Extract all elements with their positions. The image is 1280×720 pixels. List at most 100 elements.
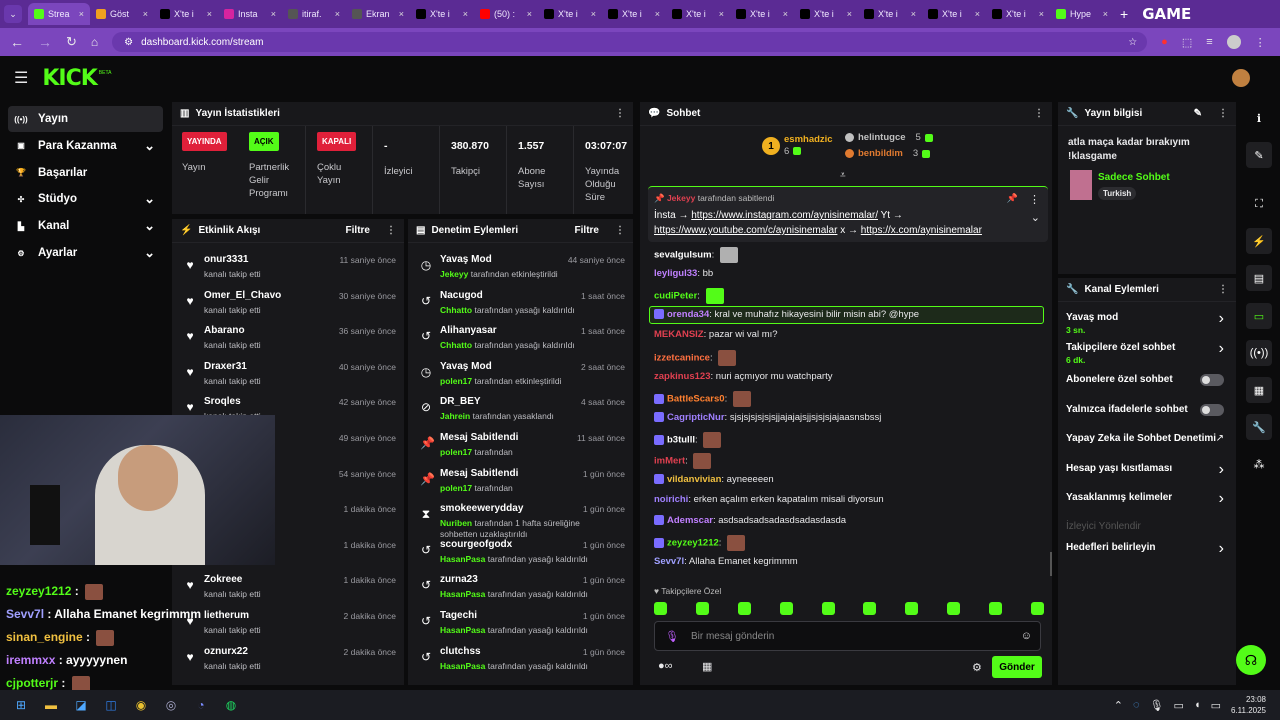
tab-close-icon[interactable]: × <box>591 9 596 19</box>
browser-tab[interactable]: X'te i × <box>538 3 602 25</box>
chat-users-icon[interactable]: ●∞ <box>658 660 673 672</box>
chat-username[interactable]: cudiPeter <box>654 291 697 302</box>
chat-username[interactable]: b3tulll <box>667 435 695 446</box>
emote-icon[interactable] <box>1030 602 1044 615</box>
moderation-action[interactable]: Mesaj Sabitlendi <box>440 468 518 479</box>
chevron-down-icon[interactable]: ⌄ <box>144 245 155 261</box>
toggle-switch[interactable] <box>1200 404 1224 416</box>
layout-icon[interactable]: ▦ <box>1246 377 1272 403</box>
emoji-icon[interactable]: ☺ <box>1021 630 1032 642</box>
browser-tab[interactable]: Strea × <box>28 3 90 25</box>
extension-icon[interactable]: ● <box>1161 36 1168 48</box>
chat-username[interactable]: MEKANSIZ <box>654 329 704 340</box>
emote-icon[interactable] <box>654 602 667 615</box>
battery-icon[interactable]: ▭ <box>1211 699 1221 712</box>
moderation-action[interactable]: zurna23 <box>440 574 478 585</box>
profile-avatar[interactable] <box>1226 35 1241 49</box>
moderation-action[interactable]: Yavaş Mod <box>440 361 492 372</box>
lightning-icon[interactable]: ⚡ <box>1246 228 1272 254</box>
pinned-expand-icon[interactable]: ⌄ <box>1031 211 1040 224</box>
chat-username[interactable]: BattleScars0 <box>667 394 725 405</box>
chevron-right-icon[interactable]: › <box>1219 540 1224 558</box>
browser-tab[interactable]: Göst × <box>90 3 154 25</box>
address-bar[interactable]: ⚙ dashboard.kick.com/stream ☆ <box>112 32 1148 52</box>
browser-tab[interactable]: Hype × <box>1050 3 1114 25</box>
chevron-right-icon[interactable]: › <box>1219 340 1224 358</box>
chat-username[interactable]: CagripticNur <box>667 412 725 423</box>
browser-tab[interactable]: X'te i × <box>410 3 474 25</box>
chat-scrollbar[interactable] <box>1050 552 1052 576</box>
channel-action-item[interactable]: Yasaklanmış kelimeler <box>1066 492 1231 503</box>
forward-icon[interactable]: → <box>38 34 52 50</box>
activity-username[interactable]: Omer_El_Chavo <box>204 290 281 301</box>
kick-logo[interactable]: KICK <box>42 66 97 91</box>
browser-tab[interactable]: X'te i × <box>730 3 794 25</box>
moderator-name[interactable]: Jekeyy <box>440 269 468 279</box>
steam-icon[interactable]: ◎ <box>160 694 182 716</box>
browser-tab[interactable]: X'te i × <box>666 3 730 25</box>
browser-tab[interactable]: (50) : × <box>474 3 538 25</box>
channel-action-item[interactable]: Yavaş mod 3 sn. <box>1066 312 1231 335</box>
tab-close-icon[interactable]: × <box>655 9 660 19</box>
start-icon[interactable]: ⊞ <box>10 694 32 716</box>
activity-filter-button[interactable]: Filtre <box>346 225 370 236</box>
sidebar-item[interactable]: ▣ Para Kazanma ⌄ <box>8 133 163 159</box>
emote-icon[interactable] <box>863 602 877 615</box>
moderator-name[interactable]: HasanPasa <box>440 661 485 671</box>
activity-username[interactable]: Abarano <box>204 325 245 336</box>
pinned-link-youtube[interactable]: https://www.youtube.com/c/aynisinemalar <box>654 225 837 236</box>
browser-tab[interactable]: X'te i × <box>602 3 666 25</box>
extensions-icon[interactable]: ⬚ <box>1182 36 1192 49</box>
collapse-icon[interactable]: ⩡ <box>840 170 846 181</box>
user-avatar[interactable] <box>1232 69 1250 87</box>
moderator-name[interactable]: polen17 <box>440 447 472 457</box>
emote-icon[interactable] <box>737 602 751 615</box>
browser-tab[interactable]: X'te i × <box>986 3 1050 25</box>
moderator-name[interactable]: HasanPasa <box>440 589 485 599</box>
sidebar-item[interactable]: ✣ Stüdyo ⌄ <box>8 186 163 212</box>
moderation-action[interactable]: Nacugod <box>440 290 483 301</box>
pinned-link-instagram[interactable]: https://www.instagram.com/aynisinemalar/ <box>691 210 878 221</box>
moderator-name[interactable]: HasanPasa <box>440 625 485 635</box>
channel-action-item[interactable]: Takipçilere özel sohbet 6 dk. <box>1066 342 1231 365</box>
channel-action-item[interactable]: Yapay Zeka ile Sohbet Denetimi <box>1066 433 1231 444</box>
activity-username[interactable]: oznurx22 <box>204 646 248 657</box>
chevron-down-icon[interactable]: ⌄ <box>144 138 155 154</box>
chat-username[interactable]: izzetcanince <box>654 353 710 364</box>
discord-icon[interactable]: ◔ <box>190 694 212 716</box>
emote-icon[interactable] <box>947 602 961 615</box>
category-link[interactable]: Sadece Sohbet <box>1098 172 1170 183</box>
chevron-down-icon[interactable]: ⌄ <box>144 191 155 207</box>
network-icon[interactable]: ▭ <box>1174 699 1184 712</box>
tab-close-icon[interactable]: × <box>1103 9 1108 19</box>
pinned-more-icon[interactable]: ⋮ <box>1029 193 1040 206</box>
tab-search-button[interactable]: ⌄ <box>4 5 22 23</box>
send-button[interactable]: Gönder <box>992 656 1042 678</box>
sidebar-item[interactable]: ⚙ Ayarlar ⌄ <box>8 240 163 266</box>
moderator-name[interactable]: Jahrein <box>440 411 470 421</box>
browser-tab[interactable]: X'te i × <box>154 3 218 25</box>
volume-icon[interactable]: ◖ <box>1194 699 1201 711</box>
chat-username[interactable]: sevalgulsum <box>654 250 712 261</box>
reload-icon[interactable]: ↻ <box>66 34 77 50</box>
tab-close-icon[interactable]: × <box>79 9 84 19</box>
tab-close-icon[interactable]: × <box>527 9 532 19</box>
activity-username[interactable]: Zokreee <box>204 574 242 585</box>
tab-close-icon[interactable]: × <box>207 9 212 19</box>
moderation-action[interactable]: smokeewerydday <box>440 503 523 514</box>
moderator-name[interactable]: polen17 <box>440 376 472 386</box>
browser-tab[interactable]: X'te i × <box>922 3 986 25</box>
channel-action-item[interactable]: Hesap yaşı kısıtlaması <box>1066 463 1231 474</box>
browser-menu-icon[interactable]: ⋮ <box>1255 36 1266 49</box>
media-icon[interactable]: ≡ <box>1206 36 1212 48</box>
activity-username[interactable]: Sroqles <box>204 396 241 407</box>
unpin-icon[interactable]: 📌 <box>1007 193 1018 204</box>
leaderboard-entry[interactable]: helintugce 5 <box>845 132 936 143</box>
activity-username[interactable]: Draxer31 <box>204 361 247 372</box>
emote-icon[interactable] <box>821 602 835 615</box>
tab-close-icon[interactable]: × <box>463 9 468 19</box>
chat-username[interactable]: noirichi <box>654 494 688 505</box>
bookmark-star-icon[interactable]: ☆ <box>1128 37 1137 48</box>
tab-close-icon[interactable]: × <box>271 9 276 19</box>
microphone-icon[interactable]: 🎙 <box>665 630 679 643</box>
